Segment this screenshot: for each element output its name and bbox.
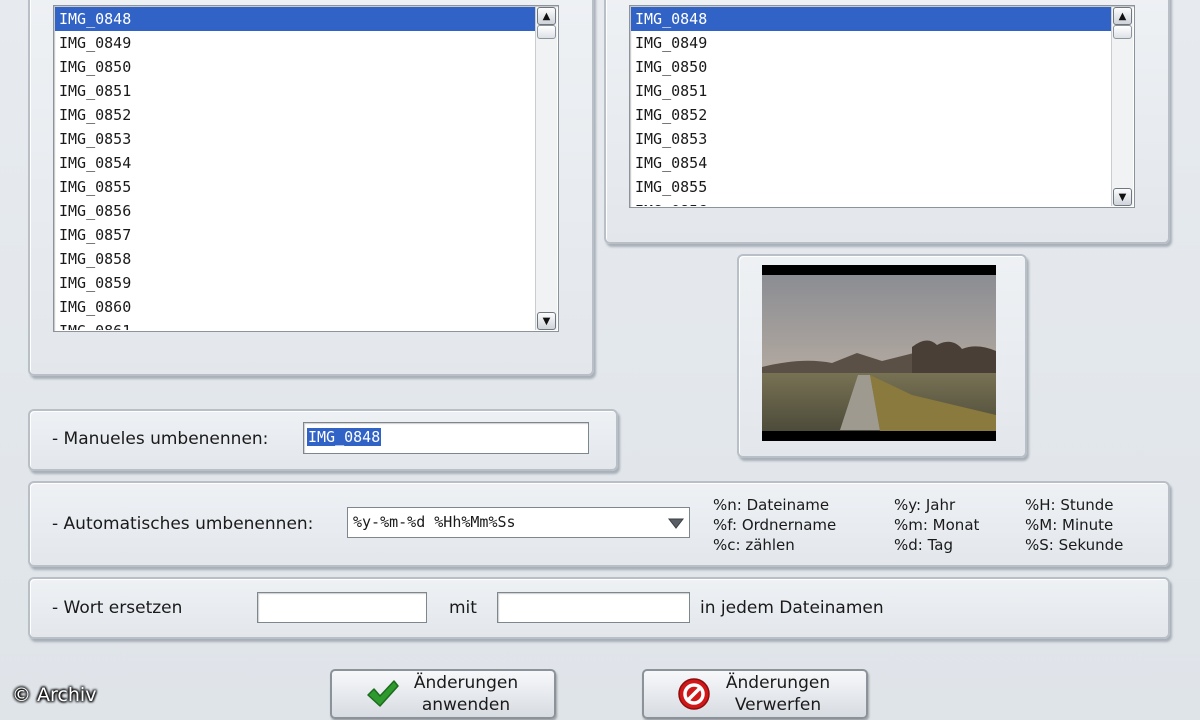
list-item[interactable]: IMG_0855: [55, 175, 536, 199]
auto-rename-label: - Automatisches umbenennen:: [52, 514, 314, 534]
manual-rename-panel: - Manueles umbenennen: IMG_0848: [28, 409, 618, 471]
find-word-input[interactable]: [257, 592, 427, 623]
list-item[interactable]: IMG_0849: [631, 31, 1112, 55]
scroll-thumb[interactable]: [1113, 25, 1132, 39]
list-item[interactable]: IMG_0848: [55, 7, 536, 31]
legend-item: %M: Minute: [1025, 516, 1114, 534]
auto-rename-pattern-value: %y-%m-%d %Hh%Mm%Ss: [353, 513, 516, 531]
legend-item: %S: Sekunde: [1025, 536, 1124, 554]
list-item[interactable]: IMG_0853: [631, 127, 1112, 151]
arrow-down-icon: ▼: [542, 315, 551, 327]
chevron-down-icon[interactable]: [665, 510, 687, 535]
legend-item: %n: Dateiname: [713, 496, 830, 514]
list-item[interactable]: IMG_0857: [55, 223, 536, 247]
placeholder-legend-col1: %n: Dateiname %f: Ordnername %c: zählen: [713, 495, 836, 555]
list-item[interactable]: IMG_0852: [55, 103, 536, 127]
list-item[interactable]: IMG_0855: [631, 175, 1112, 199]
arrow-down-icon: ▼: [1118, 191, 1127, 203]
auto-rename-pattern-select[interactable]: %y-%m-%d %Hh%Mm%Ss: [347, 507, 690, 538]
legend-item: %y: Jahr: [894, 496, 956, 514]
apply-changes-button[interactable]: Änderungen anwenden: [330, 669, 556, 719]
legend-item: %c: zählen: [713, 536, 795, 554]
list-item[interactable]: IMG_0850: [631, 55, 1112, 79]
replace-word-input[interactable]: [497, 592, 690, 623]
no-entry-icon: [678, 678, 710, 710]
right-file-list-items[interactable]: IMG_0848 IMG_0849 IMG_0850 IMG_0851 IMG_0852…: [631, 7, 1112, 206]
discard-changes-label: Änderungen Verwerfen: [712, 672, 866, 716]
replace-word-panel: - Wort ersetzen mit in jedem Dateinamen: [28, 577, 1170, 639]
right-file-list-panel: IMG_0848 IMG_0849 IMG_0850 IMG_0851 IMG_0852…: [604, 0, 1170, 244]
copyright-watermark: © Archiv: [12, 684, 97, 706]
discard-label-line2: Verwerfen: [734, 695, 822, 715]
list-item[interactable]: IMG_0854: [55, 151, 536, 175]
manual-rename-value: IMG_0848: [307, 428, 382, 446]
replace-suffix-label: in jedem Dateinamen: [700, 598, 884, 618]
legend-item: %f: Ordnername: [713, 516, 837, 534]
list-item[interactable]: IMG_0850: [55, 55, 536, 79]
list-item[interactable]: IMG_0851: [55, 79, 536, 103]
list-item[interactable]: IMG_0856: [55, 199, 536, 223]
discard-label-line1: Änderungen: [725, 673, 831, 693]
arrow-up-icon: ▲: [1118, 10, 1127, 22]
auto-rename-panel: - Automatisches umbenennen: %y-%m-%d %Hh…: [28, 481, 1170, 567]
with-label: mit: [449, 598, 477, 618]
right-list-scrollbar[interactable]: ▲ ▼: [1111, 7, 1133, 206]
landscape-photo: [762, 265, 996, 441]
list-item[interactable]: IMG_0854: [631, 151, 1112, 175]
scroll-up-button[interactable]: ▲: [1113, 7, 1132, 25]
list-item[interactable]: IMG_0859: [55, 271, 536, 295]
manual-rename-input[interactable]: IMG_0848: [303, 422, 589, 454]
placeholder-legend-col2: %y: Jahr %m: Monat %d: Tag: [894, 495, 979, 555]
left-file-list-panel: IMG_0848 IMG_0849 IMG_0850 IMG_0851 IMG_0852…: [28, 0, 594, 376]
list-item[interactable]: IMG_0853: [55, 127, 536, 151]
placeholder-legend-col3: %H: Stunde %M: Minute %S: Sekunde: [1025, 495, 1123, 555]
manual-rename-label: - Manueles umbenennen:: [52, 429, 269, 449]
legend-item: %d: Tag: [894, 536, 953, 554]
list-item[interactable]: IMG_0848: [631, 7, 1112, 31]
scroll-down-button[interactable]: ▼: [1113, 188, 1132, 206]
list-item[interactable]: IMG_0858: [55, 247, 536, 271]
replace-word-label: - Wort ersetzen: [52, 598, 183, 618]
scroll-thumb[interactable]: [537, 25, 556, 39]
legend-item: %H: Stunde: [1025, 496, 1114, 514]
checkmark-icon: [367, 680, 399, 707]
left-file-list[interactable]: IMG_0848 IMG_0849 IMG_0850 IMG_0851 IMG_0852…: [53, 5, 559, 332]
scroll-up-button[interactable]: ▲: [537, 7, 556, 25]
scroll-down-button[interactable]: ▼: [537, 312, 556, 330]
apply-label-line2: anwenden: [421, 695, 511, 715]
image-preview: [762, 265, 996, 441]
list-item[interactable]: IMG_0856: [631, 199, 1112, 206]
arrow-up-icon: ▲: [542, 10, 551, 22]
list-item[interactable]: IMG_0861: [55, 319, 536, 330]
apply-label-line1: Änderungen: [413, 673, 519, 693]
list-item[interactable]: IMG_0851: [631, 79, 1112, 103]
discard-changes-button[interactable]: Änderungen Verwerfen: [642, 669, 868, 719]
apply-changes-label: Änderungen anwenden: [400, 672, 554, 716]
list-item[interactable]: IMG_0849: [55, 31, 536, 55]
left-file-list-items[interactable]: IMG_0848 IMG_0849 IMG_0850 IMG_0851 IMG_0852…: [55, 7, 536, 330]
list-item[interactable]: IMG_0852: [631, 103, 1112, 127]
right-file-list[interactable]: IMG_0848 IMG_0849 IMG_0850 IMG_0851 IMG_0852…: [629, 5, 1135, 208]
legend-item: %m: Monat: [894, 516, 980, 534]
left-list-scrollbar[interactable]: ▲ ▼: [535, 7, 557, 330]
list-item[interactable]: IMG_0860: [55, 295, 536, 319]
